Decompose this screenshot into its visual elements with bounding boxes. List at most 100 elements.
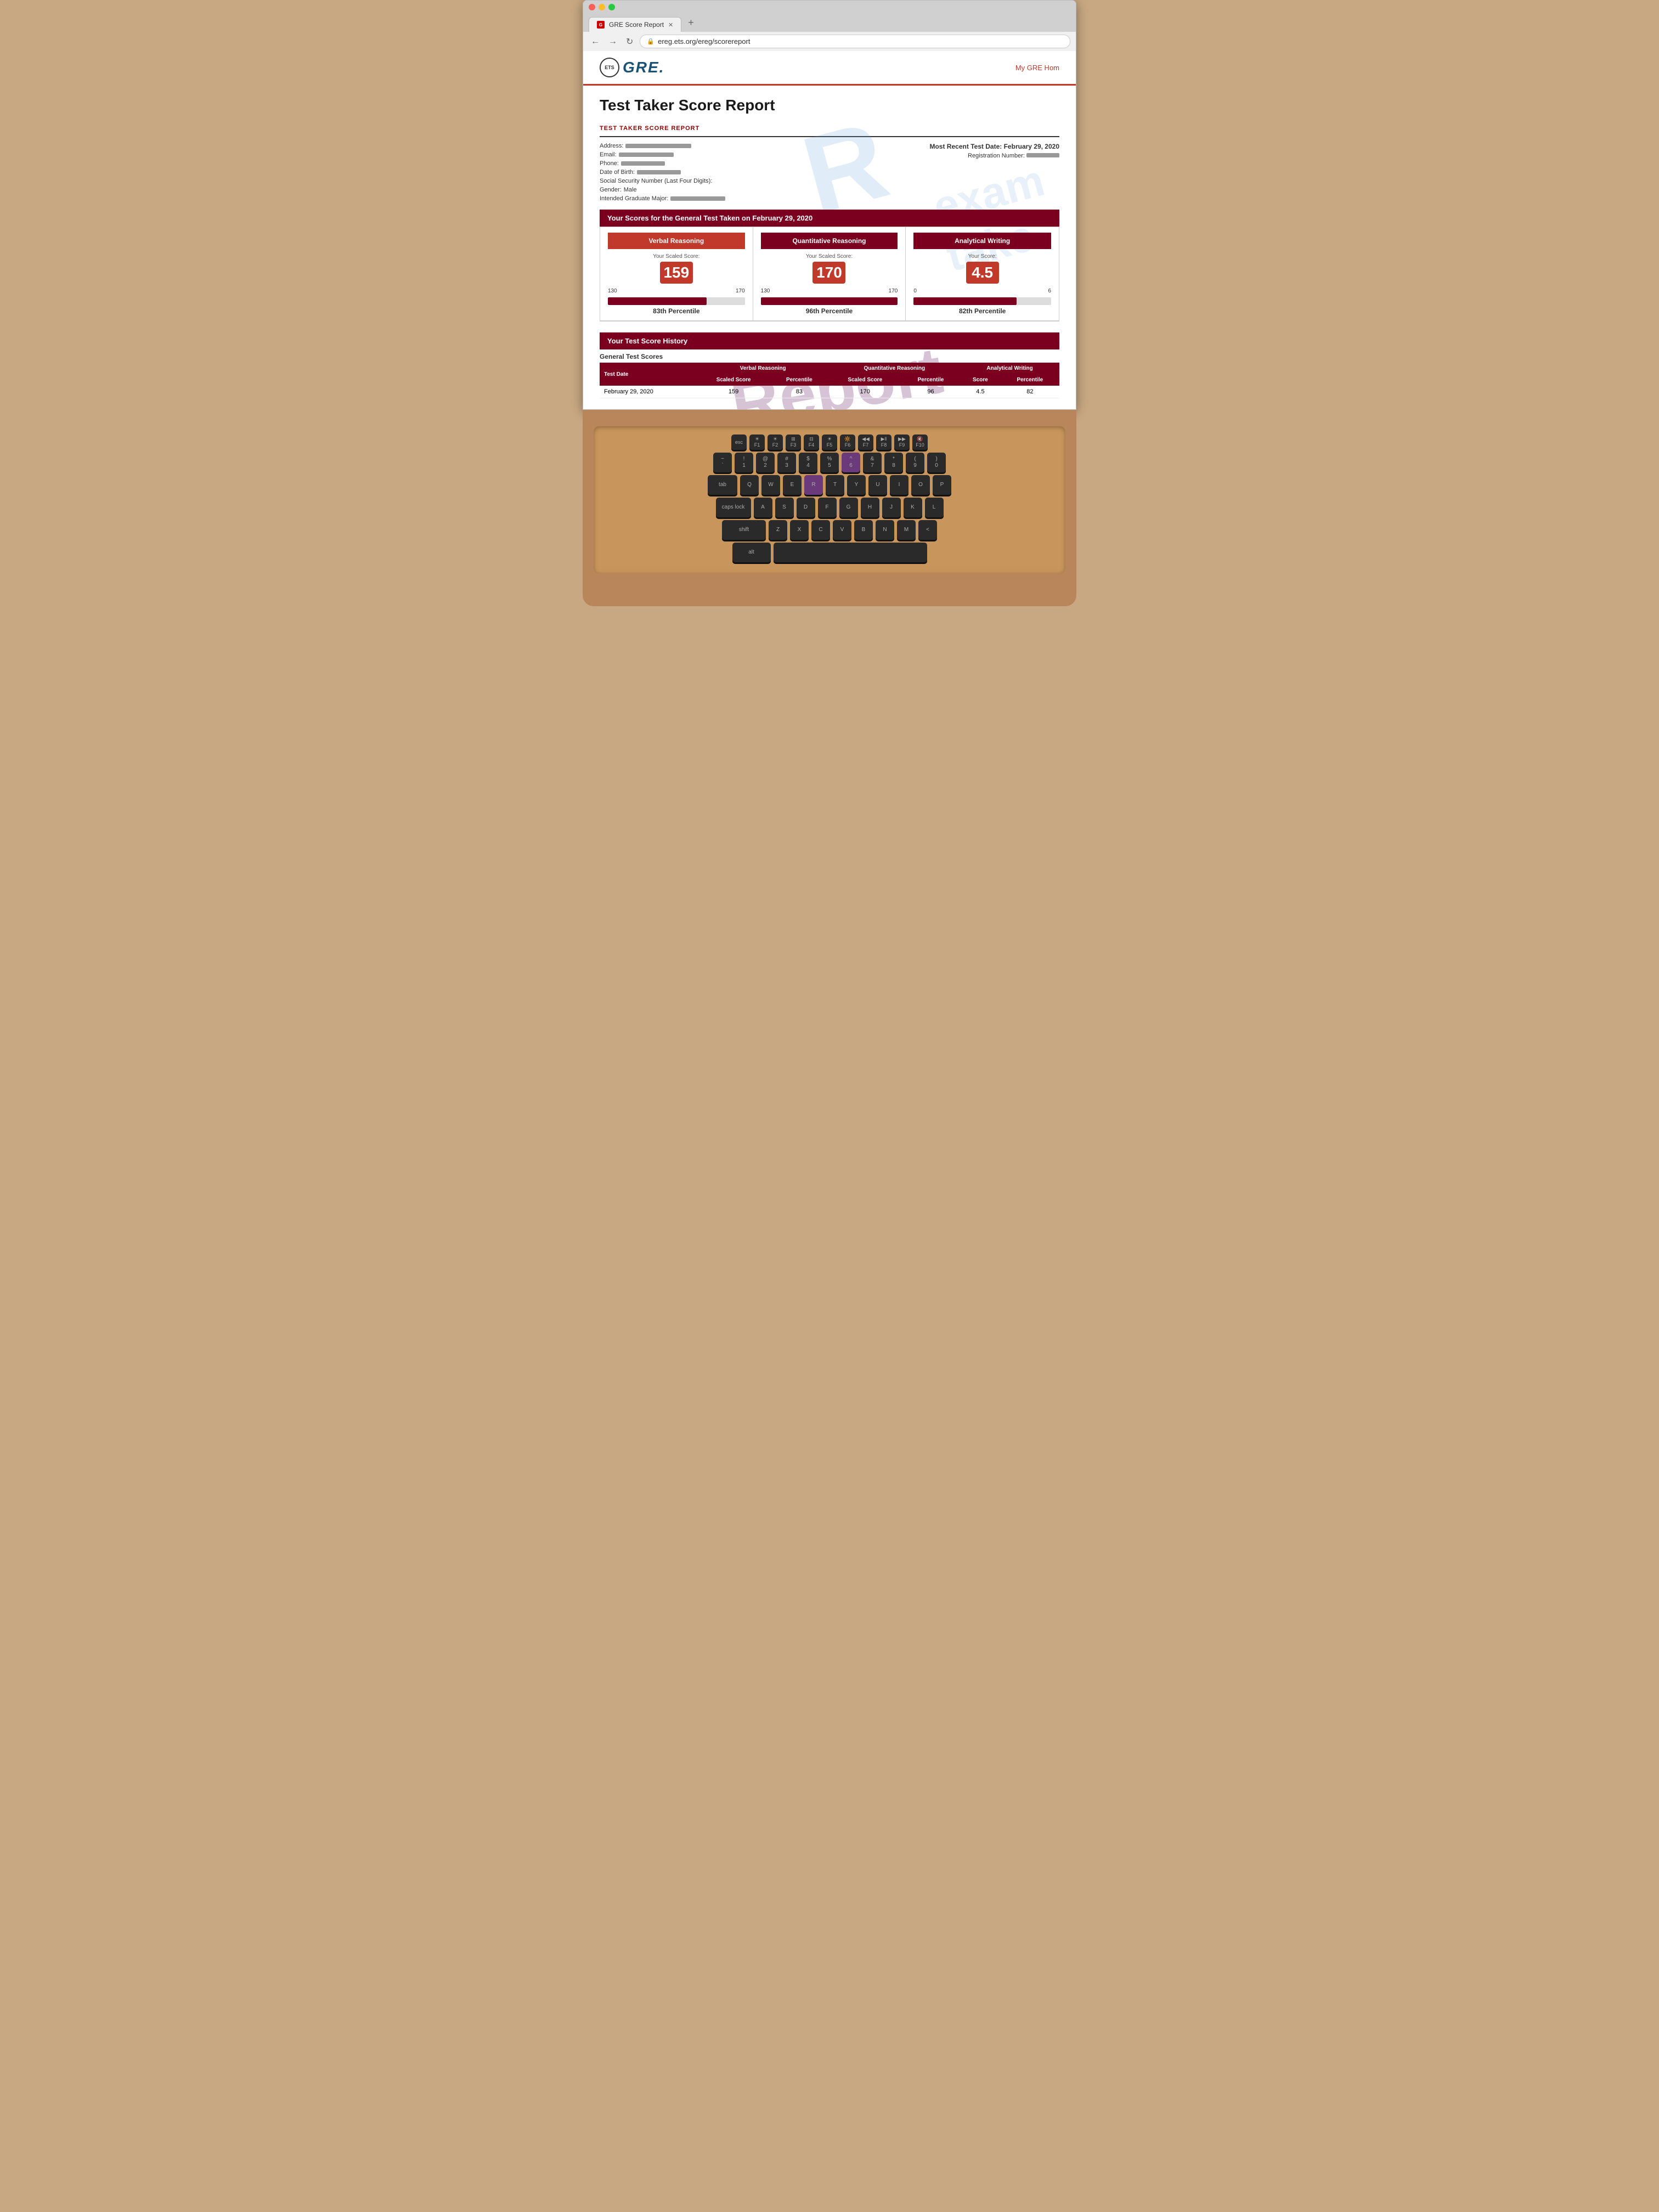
key-3[interactable]: #3 [777, 453, 796, 472]
quant-score-value: 170 [812, 262, 845, 284]
key-v[interactable]: V [833, 520, 851, 540]
laptop-container: G GRE Score Report ✕ + ← → ↻ 🔒 ereg.ets.… [583, 0, 1076, 606]
key-7[interactable]: &7 [863, 453, 882, 472]
key-f7[interactable]: ◀◀F7 [858, 435, 873, 450]
key-r[interactable]: R [804, 475, 823, 495]
key-6[interactable]: ^6 [842, 453, 860, 472]
key-1[interactable]: !1 [735, 453, 753, 472]
key-tab[interactable]: tab [708, 475, 737, 495]
email-bar-redacted [619, 153, 674, 157]
address-bar-row: ← → ↻ 🔒 ereg.ets.org/ereg/scorereport [583, 32, 1076, 51]
email-item: Email: [600, 151, 824, 158]
key-f3[interactable]: ⊞F3 [786, 435, 801, 450]
ssn-item: Social Security Number (Last Four Digits… [600, 178, 824, 184]
ets-badge: ETS [600, 58, 619, 77]
key-b[interactable]: B [854, 520, 873, 540]
key-0[interactable]: )0 [927, 453, 946, 472]
key-d[interactable]: D [797, 498, 815, 517]
key-h[interactable]: H [861, 498, 879, 517]
active-tab[interactable]: G GRE Score Report ✕ [589, 17, 681, 32]
key-tilde[interactable]: ~` [713, 453, 732, 472]
info-right: Most Recent Test Date: February 29, 2020… [835, 143, 1059, 202]
forward-button[interactable]: → [606, 36, 619, 48]
gender-value: Male [624, 187, 637, 193]
key-a[interactable]: A [754, 498, 772, 517]
verbal-range: 130 170 [608, 288, 745, 294]
key-f4[interactable]: ⊟F4 [804, 435, 819, 450]
asdf-row: caps lock A S D F G H J K L [600, 498, 1059, 517]
col-verbal: Verbal Reasoning [697, 363, 829, 374]
zxcv-row: shift Z X C V B N M < [600, 520, 1059, 540]
key-x[interactable]: X [790, 520, 809, 540]
quant-range: 130 170 [761, 288, 898, 294]
key-q[interactable]: Q [740, 475, 759, 495]
gender-item: Gender: Male [600, 187, 824, 193]
writing-percentile: 82th Percentile [913, 307, 1051, 315]
key-f8[interactable]: ▶‖F8 [876, 435, 891, 450]
key-l[interactable]: L [925, 498, 944, 517]
browser-titlebar [583, 1, 1076, 14]
info-left: Address: Email: Phone: Date of Birt [600, 143, 824, 202]
verbal-percentile: 83th Percentile [608, 307, 745, 315]
key-j[interactable]: J [882, 498, 901, 517]
new-tab-button[interactable]: + [682, 14, 699, 32]
key-2[interactable]: @2 [756, 453, 775, 472]
col-writing-pct: Percentile [1001, 374, 1059, 386]
key-g[interactable]: G [839, 498, 858, 517]
verbal-range-high: 170 [736, 288, 745, 294]
key-p[interactable]: P [933, 475, 951, 495]
key-esc[interactable]: esc [731, 435, 747, 450]
close-dot[interactable] [589, 4, 595, 10]
quant-col: Quantitative Reasoning Your Scaled Score… [753, 227, 906, 320]
key-f[interactable]: F [818, 498, 837, 517]
key-9[interactable]: (9 [906, 453, 924, 472]
address-bar[interactable]: 🔒 ereg.ets.org/ereg/scorereport [640, 35, 1070, 48]
key-e[interactable]: E [783, 475, 802, 495]
key-t[interactable]: T [826, 475, 844, 495]
col-quant-pct: Percentile [901, 374, 960, 386]
history-date: February 29, 2020 [600, 386, 697, 398]
gre-nav-right[interactable]: My GRE Hom [1015, 64, 1059, 72]
history-sub: General Test Scores [600, 349, 1059, 363]
key-n[interactable]: N [876, 520, 894, 540]
key-f9[interactable]: ▶▶F9 [894, 435, 910, 450]
qwerty-row: tab Q W E R T Y U I O P [600, 475, 1059, 495]
key-alt[interactable]: alt [732, 543, 771, 562]
key-y[interactable]: Y [847, 475, 866, 495]
key-f1[interactable]: ☀F1 [749, 435, 765, 450]
gre-header: ETS GRE. My GRE Hom [583, 51, 1076, 86]
back-button[interactable]: ← [589, 36, 602, 48]
key-f2[interactable]: ☀F2 [768, 435, 783, 450]
main-content: R examtake Test Taker Score Report TEST … [583, 86, 1076, 409]
verbal-col: Verbal Reasoning Your Scaled Score: 159 … [600, 227, 753, 320]
minimize-dot[interactable] [599, 4, 605, 10]
key-k[interactable]: K [904, 498, 922, 517]
key-c[interactable]: C [811, 520, 830, 540]
key-w[interactable]: W [761, 475, 780, 495]
key-z[interactable]: Z [769, 520, 787, 540]
key-shift-left[interactable]: shift [722, 520, 766, 540]
key-comma[interactable]: < [918, 520, 937, 540]
key-m[interactable]: M [897, 520, 916, 540]
key-space[interactable] [774, 543, 927, 562]
key-4[interactable]: $4 [799, 453, 817, 472]
maximize-dot[interactable] [608, 4, 615, 10]
col-quant: Quantitative Reasoning [829, 363, 961, 374]
key-caps[interactable]: caps lock [716, 498, 751, 517]
key-u[interactable]: U [868, 475, 887, 495]
verbal-header: Verbal Reasoning [608, 233, 745, 249]
reload-button[interactable]: ↻ [624, 35, 635, 48]
key-f5[interactable]: ☀F5 [822, 435, 837, 450]
key-5[interactable]: %5 [820, 453, 839, 472]
gre-logo: ETS GRE. [600, 58, 664, 77]
tab-favicon: G [597, 21, 605, 29]
key-f6[interactable]: 🔆F6 [840, 435, 855, 450]
key-s[interactable]: S [775, 498, 794, 517]
key-f10[interactable]: 🔇F10 [912, 435, 928, 450]
key-8[interactable]: *8 [884, 453, 903, 472]
writing-header: Analytical Writing [913, 233, 1051, 249]
tab-close-button[interactable]: ✕ [668, 21, 673, 29]
number-row: ~` !1 @2 #3 $4 %5 ^6 &7 *8 (9 )0 [600, 453, 1059, 472]
key-i[interactable]: I [890, 475, 909, 495]
key-o[interactable]: O [911, 475, 930, 495]
